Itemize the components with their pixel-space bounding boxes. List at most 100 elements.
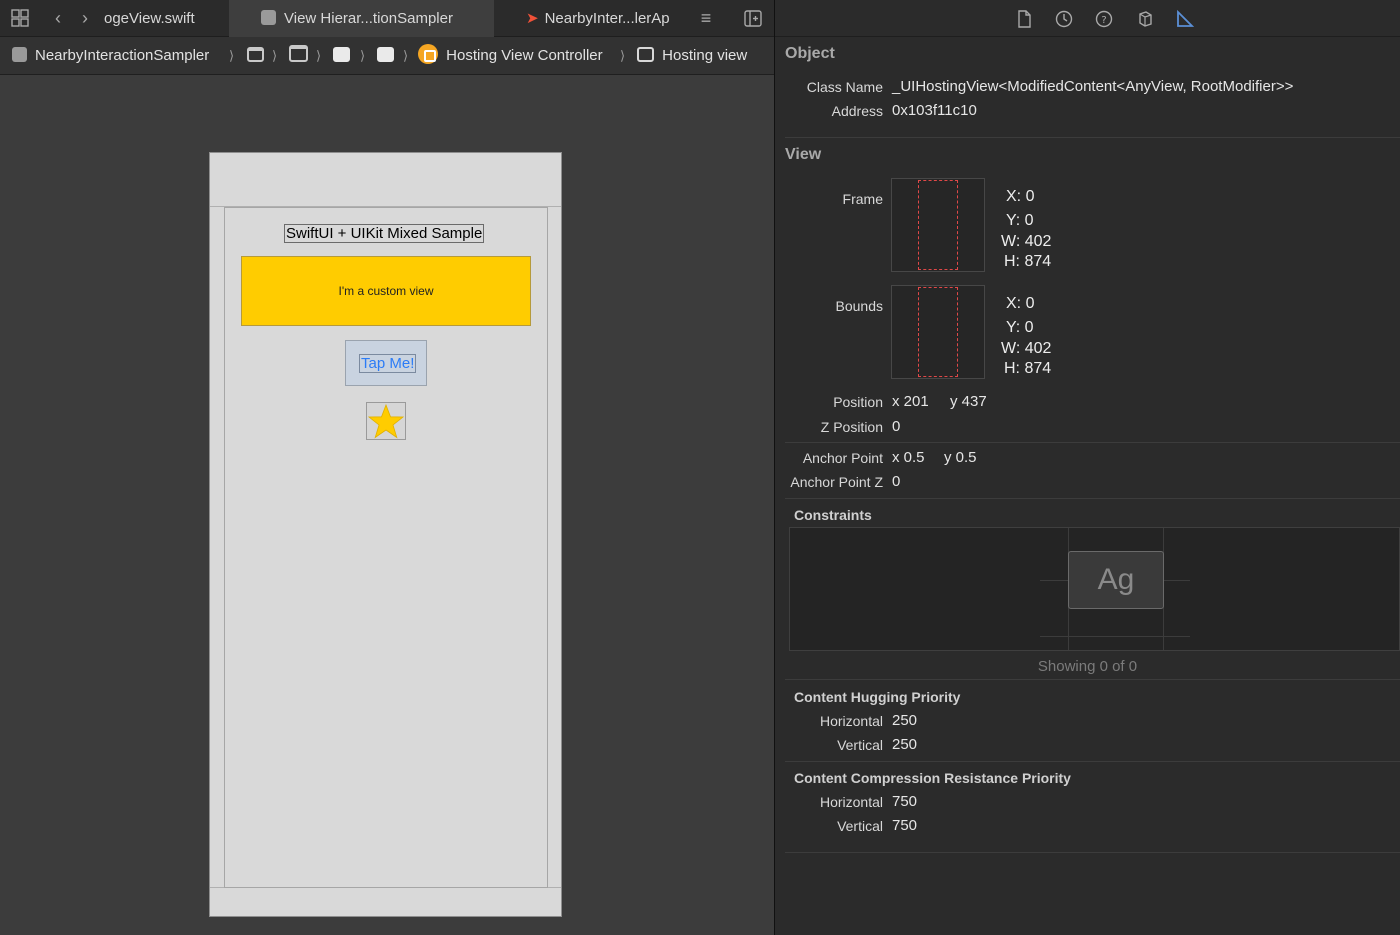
tab-file[interactable]: ogeView.swift bbox=[102, 0, 228, 37]
swift-icon: ➤ bbox=[526, 10, 539, 27]
bounds-label: Bounds bbox=[835, 298, 883, 314]
z-position-label: Z Position bbox=[820, 419, 883, 435]
compression-title: Content Compression Resistance Priority bbox=[794, 770, 1071, 786]
project-name: NearbyInteractionSampler bbox=[35, 47, 210, 64]
hugging-vertical-label: Vertical bbox=[837, 737, 883, 753]
anchor-point-y: y 0.5 bbox=[944, 449, 977, 466]
anchor-point-z-label: Anchor Point Z bbox=[790, 474, 883, 490]
frame-h: H: 874 bbox=[1004, 253, 1052, 270]
tap-button-container[interactable]: Tap Me! bbox=[345, 340, 427, 386]
subview-crumb[interactable] bbox=[377, 37, 394, 75]
inspector-panel: ? Object Class Name _UIHostingView<Modif… bbox=[775, 0, 1400, 935]
anchor-point-label: Anchor Point bbox=[802, 450, 883, 466]
position-x: x 201 bbox=[892, 393, 929, 410]
divider bbox=[785, 498, 1400, 499]
size-inspector-icon[interactable] bbox=[1175, 9, 1195, 29]
position-y: y 437 bbox=[950, 393, 987, 410]
sample-title-label[interactable]: SwiftUI + UIKit Mixed Sample bbox=[284, 224, 485, 243]
class-name-value: _UIHostingView<ModifiedContent<AnyView, … bbox=[892, 78, 1294, 95]
view-icon bbox=[333, 47, 350, 62]
view-controller-icon bbox=[418, 44, 438, 64]
hugging-horizontal-label: Horizontal bbox=[819, 713, 883, 729]
inspector-tabs: ? bbox=[775, 0, 1400, 37]
app-icon bbox=[12, 47, 27, 62]
compression-vertical-label: Vertical bbox=[837, 818, 883, 834]
constraints-title: Constraints bbox=[794, 507, 872, 523]
file-icon[interactable] bbox=[1014, 9, 1034, 29]
window-crumb[interactable] bbox=[247, 37, 264, 75]
constraints-preview: Ag bbox=[789, 527, 1400, 651]
bounds-x: X: 0 bbox=[1006, 295, 1035, 312]
hosting-view-crumb[interactable]: Hosting view bbox=[637, 37, 747, 75]
view-crumb[interactable] bbox=[333, 37, 350, 75]
hosting-view-icon bbox=[637, 47, 654, 62]
frame-outline bbox=[918, 180, 958, 270]
address-value: 0x103f11c10 bbox=[892, 102, 977, 119]
z-position-value: 0 bbox=[892, 418, 901, 435]
address-label: Address bbox=[831, 103, 883, 119]
svg-text:?: ? bbox=[1101, 15, 1106, 26]
history-icon[interactable] bbox=[1054, 9, 1074, 29]
frame-preview bbox=[891, 178, 985, 272]
class-name-label: Class Name bbox=[806, 79, 883, 95]
bounds-w: W: 402 bbox=[1001, 340, 1052, 357]
content-preview-box: Ag bbox=[1068, 551, 1164, 609]
tab-label: View Hierar...tionSampler bbox=[284, 10, 453, 27]
controller-crumb[interactable]: Hosting View Controller bbox=[418, 37, 603, 75]
guide-line bbox=[1040, 636, 1190, 637]
constraints-count: Showing 0 of 0 bbox=[1037, 658, 1138, 675]
hosting-view-name: Hosting view bbox=[662, 47, 748, 64]
view-icon bbox=[377, 47, 394, 62]
editor-area: ‹ › ogeView.swift View Hierar...tionSamp… bbox=[0, 0, 774, 935]
chevron-right-icon: ⟩ bbox=[229, 48, 235, 63]
window-icon bbox=[289, 45, 308, 62]
tab-view-hierarchy[interactable]: View Hierar...tionSampler bbox=[229, 0, 494, 37]
bounds-h: H: 874 bbox=[1004, 360, 1052, 377]
chevron-right-icon: ⟩ bbox=[316, 48, 322, 63]
object-section-title: Object bbox=[785, 45, 835, 62]
tab-bar: ‹ › ogeView.swift View Hierar...tionSamp… bbox=[0, 0, 774, 37]
tab-label: NearbyInter...lerAp bbox=[544, 10, 670, 27]
chevron-right-icon: ⟩ bbox=[360, 48, 366, 63]
window-icon bbox=[247, 47, 264, 62]
compression-horizontal-value[interactable]: 750 bbox=[892, 793, 917, 810]
anchor-point-x: x 0.5 bbox=[892, 449, 925, 466]
divider bbox=[785, 442, 1400, 443]
view-section-title: View bbox=[785, 146, 822, 163]
app-icon bbox=[261, 10, 276, 25]
help-icon[interactable]: ? bbox=[1094, 9, 1114, 29]
device-canvas[interactable]: SwiftUI + UIKit Mixed Sample I'm a custo… bbox=[209, 152, 562, 917]
tab-swift-file[interactable]: ➤ NearbyInter...lerAp bbox=[526, 0, 684, 37]
bounds-y: Y: 0 bbox=[1006, 319, 1034, 336]
grid-icon[interactable] bbox=[8, 0, 32, 37]
compression-vertical-value[interactable]: 750 bbox=[892, 817, 917, 834]
add-editor-icon[interactable] bbox=[741, 0, 765, 37]
star-image[interactable] bbox=[366, 402, 406, 440]
compression-horizontal-label: Horizontal bbox=[819, 794, 883, 810]
bounds-outline bbox=[918, 287, 958, 377]
tab-label: ogeView.swift bbox=[104, 10, 195, 27]
hugging-vertical-value[interactable]: 250 bbox=[892, 736, 917, 753]
position-label: Position bbox=[833, 394, 883, 410]
frame-label: Frame bbox=[842, 191, 883, 207]
object-icon[interactable] bbox=[1135, 9, 1155, 29]
window-scene-crumb[interactable] bbox=[289, 37, 308, 75]
chevron-right-icon: ⟩ bbox=[403, 48, 409, 63]
divider bbox=[785, 137, 1400, 138]
hugging-horizontal-value[interactable]: 250 bbox=[892, 712, 917, 729]
lines-icon[interactable]: ≡ bbox=[694, 0, 718, 37]
divider bbox=[785, 679, 1400, 680]
chevron-right-icon[interactable]: › bbox=[75, 0, 95, 37]
frame-y: Y: 0 bbox=[1006, 212, 1034, 229]
bounds-preview bbox=[891, 285, 985, 379]
frame-x: X: 0 bbox=[1006, 188, 1035, 205]
frame-w: W: 402 bbox=[1001, 233, 1052, 250]
chevron-right-icon: ⟩ bbox=[620, 48, 626, 63]
divider bbox=[785, 761, 1400, 762]
hugging-title: Content Hugging Priority bbox=[794, 689, 961, 705]
chevron-left-icon[interactable]: ‹ bbox=[48, 0, 68, 37]
controller-name: Hosting View Controller bbox=[446, 47, 603, 64]
project-crumb[interactable]: NearbyInteractionSampler bbox=[12, 37, 209, 75]
tap-me-button[interactable]: Tap Me! bbox=[359, 354, 417, 373]
custom-view[interactable]: I'm a custom view bbox=[241, 256, 531, 326]
